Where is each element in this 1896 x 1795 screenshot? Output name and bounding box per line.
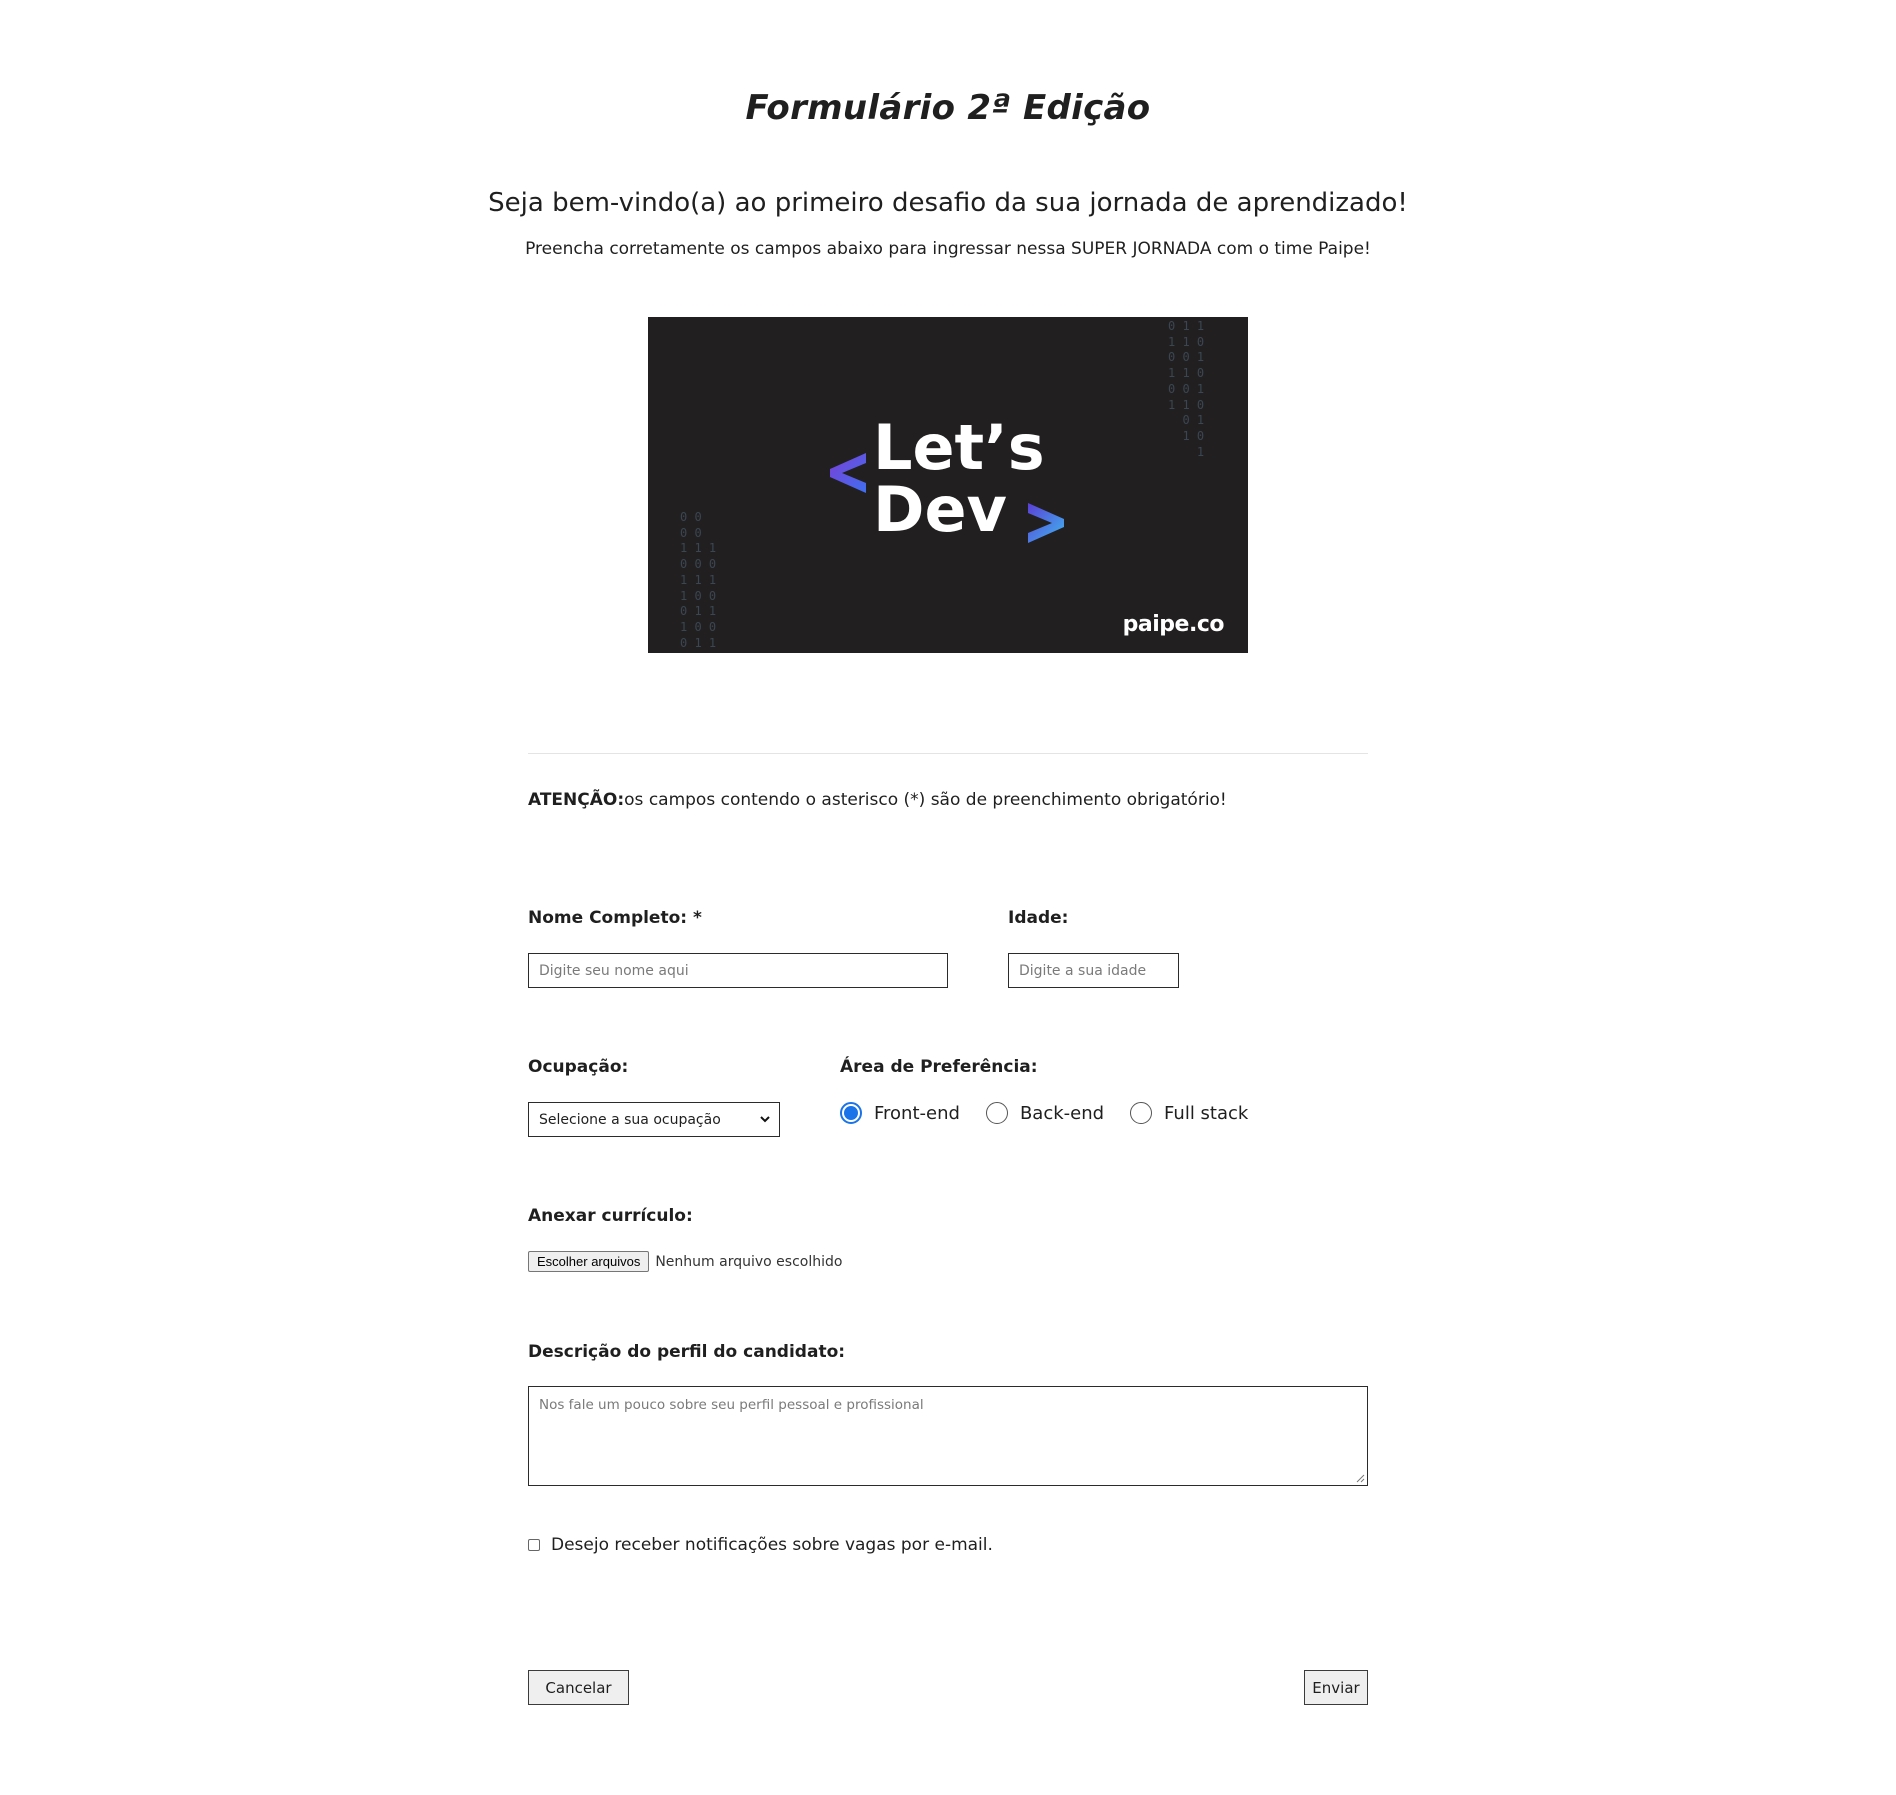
left-angle-bracket-icon — [830, 453, 866, 493]
name-input[interactable] — [528, 953, 948, 988]
binary-decoration: 0 0 0 0 1 1 1 0 0 0 1 1 1 1 0 0 0 1 1 1 … — [680, 510, 717, 650]
resize-grip-icon[interactable] — [1355, 1473, 1365, 1483]
occupation-label: Ocupação: — [528, 1057, 629, 1077]
attention-notice: ATENÇÃO:os campos contendo o asterisco (… — [528, 790, 1227, 810]
submit-button[interactable]: Enviar — [1304, 1670, 1368, 1705]
radio-option-full-stack[interactable]: Full stack — [1130, 1102, 1248, 1124]
radio-front-end[interactable] — [840, 1102, 862, 1124]
resume-label: Anexar currículo: — [528, 1206, 693, 1226]
name-label: Nome Completo: * — [528, 908, 702, 928]
notify-option[interactable]: Desejo receber notificações sobre vagas … — [528, 1535, 993, 1555]
banner-headline: Let’s Dev — [873, 417, 1045, 541]
age-label: Idade: — [1008, 908, 1069, 928]
description-label: Descrição do perfil do candidato: — [528, 1342, 846, 1362]
radio-option-front-end[interactable]: Front-end — [840, 1102, 960, 1124]
age-input[interactable] — [1008, 953, 1179, 988]
radio-back-end[interactable] — [985, 1102, 1008, 1124]
cancel-button[interactable]: Cancelar — [528, 1670, 629, 1705]
area-radio-group: Front-end Back-end Full stack — [840, 1102, 1248, 1124]
lets-dev-banner: 0 1 1 1 1 0 0 0 1 1 1 0 0 0 1 1 1 0 0 1 … — [648, 317, 1248, 653]
file-input: Escolher arquivos Nenhum arquivo escolhi… — [528, 1251, 842, 1272]
paipe-logo: paipe.co — [1122, 612, 1225, 637]
radio-full-stack[interactable] — [1130, 1102, 1153, 1124]
section-divider — [528, 753, 1368, 754]
radio-option-back-end[interactable]: Back-end — [985, 1102, 1105, 1124]
notify-label: Desejo receber notificações sobre vagas … — [551, 1535, 993, 1555]
welcome-heading: Seja bem-vindo(a) ao primeiro desafio da… — [488, 188, 1408, 218]
chevron-down-icon — [760, 1116, 770, 1123]
description-textarea[interactable]: Nos fale um pouco sobre seu perfil pesso… — [528, 1386, 1368, 1486]
binary-decoration: 0 1 1 1 1 0 0 0 1 1 1 0 0 0 1 1 1 0 0 1 … — [1168, 319, 1205, 459]
description-placeholder: Nos fale um pouco sobre seu perfil pesso… — [539, 1397, 924, 1413]
area-label: Área de Preferência: — [840, 1057, 1038, 1077]
page-title: Formulário 2ª Edição — [745, 88, 1151, 128]
attention-strong: ATENÇÃO: — [528, 790, 625, 810]
file-status: Nenhum arquivo escolhido — [655, 1253, 843, 1270]
banner-line-2: Dev — [873, 473, 1007, 546]
notify-checkbox[interactable] — [528, 1539, 540, 1551]
occupation-selected-value: Selecione a sua ocupação — [539, 1111, 721, 1128]
radio-label-back-end: Back-end — [1019, 1102, 1105, 1124]
choose-files-button[interactable]: Escolher arquivos — [528, 1251, 650, 1272]
occupation-select[interactable]: Selecione a sua ocupação — [528, 1102, 780, 1137]
attention-text: os campos contendo o asterisco (*) são d… — [624, 790, 1227, 810]
intro-text: Preencha corretamente os campos abaixo p… — [525, 239, 1371, 259]
radio-label-full-stack: Full stack — [1164, 1102, 1249, 1124]
radio-label-front-end: Front-end — [874, 1102, 960, 1124]
banner-line-1: Let’s — [873, 411, 1045, 484]
right-angle-bracket-icon — [1028, 503, 1064, 543]
